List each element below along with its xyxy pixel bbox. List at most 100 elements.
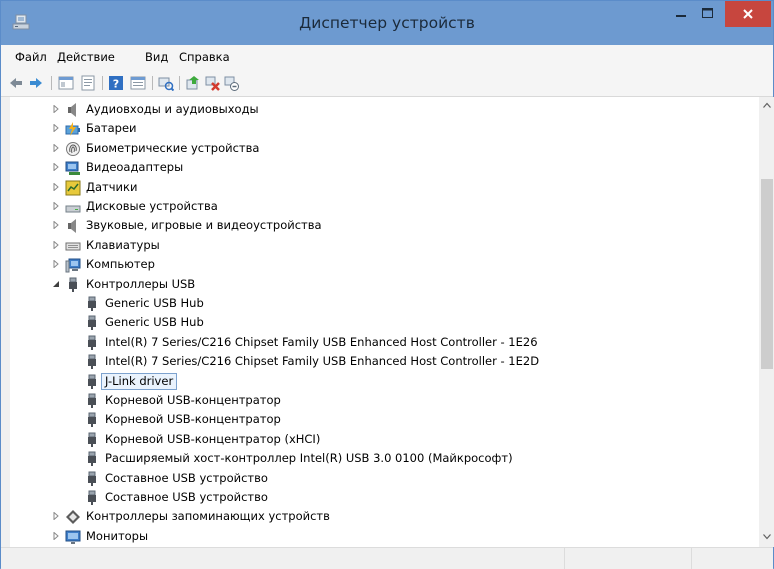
- action-list-icon[interactable]: [130, 75, 146, 91]
- tree-category[interactable]: Аудиовходы и аудиовыходы: [10, 100, 750, 119]
- monitor-icon: [65, 530, 81, 544]
- collapsed-arrow-icon[interactable]: [52, 531, 60, 540]
- tree-item-label[interactable]: Компьютер: [84, 257, 157, 272]
- usb-plug-icon: [88, 354, 96, 370]
- usb-plug-icon: [88, 393, 96, 408]
- scroll-down-icon[interactable]: [763, 534, 771, 540]
- tree-item-label[interactable]: Биометрические устройства: [84, 141, 261, 156]
- collapsed-arrow-icon[interactable]: [52, 512, 60, 521]
- menu-action[interactable]: Действие: [57, 50, 115, 64]
- tree-item-label[interactable]: Корневой USB-концентратор: [103, 412, 283, 427]
- tree-category[interactable]: Батареи: [10, 119, 750, 138]
- tree-item-label-selected[interactable]: J-Link driver: [101, 372, 178, 390]
- minimize-icon: [675, 15, 686, 17]
- collapsed-arrow-icon[interactable]: [52, 182, 60, 191]
- tree-device[interactable]: Расширяемый хост-контроллер Intel(R) USB…: [10, 449, 750, 468]
- tree-category[interactable]: Клавиатуры: [10, 236, 750, 255]
- tree-item-label[interactable]: Корневой USB-концентратор: [103, 393, 283, 408]
- toolbar: ?: [1, 68, 773, 97]
- computer-icon: [65, 258, 81, 273]
- collapsed-arrow-icon[interactable]: [52, 221, 60, 230]
- battery-icon: [65, 122, 80, 137]
- tree-item-label[interactable]: Intel(R) 7 Series/C216 Chipset Family US…: [103, 354, 541, 369]
- tree-device[interactable]: Корневой USB-концентратор: [10, 410, 750, 429]
- expanded-arrow-icon[interactable]: [52, 280, 60, 288]
- tree-item-label[interactable]: Звуковые, игровые и видеоустройства: [84, 218, 324, 233]
- collapsed-arrow-icon[interactable]: [52, 240, 60, 249]
- tree-item-label[interactable]: Корневой USB-концентратор (xHCI): [103, 432, 322, 447]
- menu-bar: Файл Действие Вид Справка: [1, 45, 773, 68]
- tree-device[interactable]: Корневой USB-концентратор: [10, 391, 750, 410]
- tree-item-label[interactable]: Видеоадаптеры: [84, 160, 185, 175]
- tree-category[interactable]: Датчики: [10, 178, 750, 197]
- update-driver-icon[interactable]: [185, 75, 201, 91]
- tree-device[interactable]: Generic USB Hub: [10, 313, 750, 332]
- device-manager-window: Диспетчер устройств Файл Действие Вид Сп…: [0, 0, 774, 569]
- tree-item-label[interactable]: Контроллеры запоминающих устройств: [84, 509, 332, 524]
- vertical-scrollbar[interactable]: [759, 97, 774, 547]
- scan-hardware-icon[interactable]: [158, 75, 174, 91]
- usb-plug-icon: [88, 471, 96, 486]
- menu-file[interactable]: Файл: [15, 50, 47, 64]
- tree-item-label[interactable]: Дисковые устройства: [84, 199, 220, 214]
- tree-item-label[interactable]: Датчики: [84, 180, 139, 195]
- collapsed-arrow-icon[interactable]: [52, 124, 60, 133]
- tree-item-label[interactable]: Generic USB Hub: [103, 315, 206, 330]
- tree-device[interactable]: Составное USB устройство: [10, 488, 750, 507]
- tree-category[interactable]: Звуковые, игровые и видеоустройства: [10, 216, 750, 235]
- disk-drive-icon: [65, 205, 81, 213]
- tree-item-label[interactable]: Аудиовходы и аудиовыходы: [84, 102, 261, 117]
- minimize-button[interactable]: [667, 1, 694, 25]
- tree-device[interactable]: Generic USB Hub: [10, 294, 750, 313]
- collapsed-arrow-icon[interactable]: [52, 105, 60, 113]
- scrollbar-thumb[interactable]: [761, 179, 773, 369]
- back-icon[interactable]: [8, 75, 24, 91]
- usb-plug-icon: [88, 490, 96, 505]
- device-tree[interactable]: Аудиовходы и аудиовыходы Батареи Биометрич…: [10, 97, 759, 547]
- menu-help[interactable]: Справка: [179, 50, 230, 64]
- tree-category[interactable]: Контроллеры запоминающих устройств: [10, 507, 750, 526]
- tree-device[interactable]: Составное USB устройство: [10, 469, 750, 488]
- tree-item-label[interactable]: Составное USB устройство: [103, 471, 270, 486]
- tree-category[interactable]: Дисковые устройства: [10, 197, 750, 216]
- tree-category[interactable]: Видеоадаптеры: [10, 158, 750, 177]
- tree-item-label[interactable]: Intel(R) 7 Series/C216 Chipset Family US…: [103, 335, 540, 350]
- toolbar-separator: [152, 76, 153, 90]
- tree-item-label[interactable]: Клавиатуры: [84, 238, 162, 253]
- help-icon[interactable]: ?: [108, 75, 124, 91]
- collapsed-arrow-icon[interactable]: [52, 163, 60, 172]
- speaker-icon: [68, 103, 76, 117]
- tree-category[interactable]: Биометрические устройства: [10, 139, 750, 158]
- tree-item-label[interactable]: Контроллеры USB: [84, 277, 197, 292]
- tree-item-label[interactable]: Составное USB устройство: [103, 490, 270, 505]
- toolbar-separator: [179, 76, 180, 90]
- tree-item-label[interactable]: Generic USB Hub: [103, 296, 206, 311]
- properties-icon[interactable]: [80, 75, 96, 91]
- tree-item-label[interactable]: Расширяемый хост-контроллер Intel(R) USB…: [103, 451, 515, 466]
- tree-category[interactable]: Контроллеры USB: [10, 275, 750, 294]
- usb-plug-icon: [88, 315, 96, 331]
- collapsed-arrow-icon[interactable]: [52, 260, 60, 269]
- tree-category[interactable]: Компьютер: [10, 255, 750, 274]
- tree-item-label[interactable]: Мониторы: [84, 529, 150, 544]
- disable-device-icon[interactable]: [223, 75, 239, 91]
- maximize-button[interactable]: [694, 1, 720, 25]
- tree-device[interactable]: J-Link driver: [10, 372, 750, 391]
- menu-view[interactable]: Вид: [145, 50, 168, 64]
- usb-plug-icon: [88, 451, 96, 467]
- collapsed-arrow-icon[interactable]: [52, 202, 60, 210]
- uninstall-device-icon[interactable]: [204, 75, 220, 91]
- scroll-up-icon[interactable]: [763, 102, 771, 108]
- tree-device[interactable]: Intel(R) 7 Series/C216 Chipset Family US…: [10, 352, 750, 371]
- title-bar[interactable]: Диспетчер устройств: [1, 1, 773, 45]
- collapsed-arrow-icon[interactable]: [52, 143, 60, 152]
- forward-icon[interactable]: [28, 75, 44, 91]
- close-button[interactable]: [725, 1, 771, 27]
- svg-text:?: ?: [113, 78, 119, 91]
- tree-item-label[interactable]: Батареи: [84, 121, 139, 136]
- tree-category[interactable]: Мониторы: [10, 527, 750, 546]
- tree-device[interactable]: Intel(R) 7 Series/C216 Chipset Family US…: [10, 333, 750, 352]
- show-hide-tree-icon[interactable]: [58, 75, 74, 91]
- tree-device[interactable]: Корневой USB-концентратор (xHCI): [10, 430, 750, 449]
- usb-plug-icon: [69, 277, 77, 292]
